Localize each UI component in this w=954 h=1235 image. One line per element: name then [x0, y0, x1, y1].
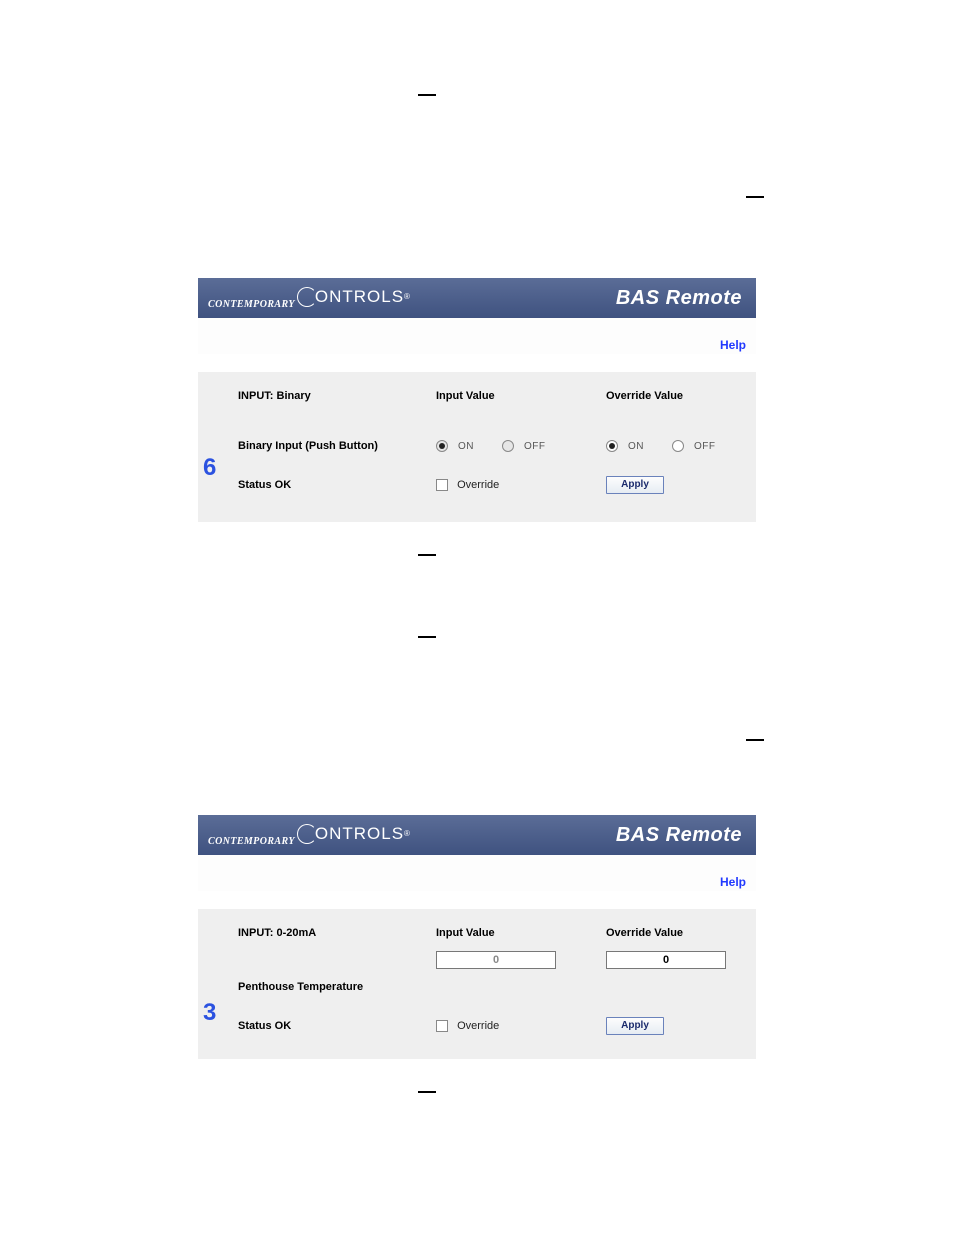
- input-on-label: ON: [458, 441, 474, 452]
- channel-number: 3: [203, 999, 216, 1027]
- input-off-radio: [502, 440, 514, 452]
- gap: [198, 891, 756, 909]
- brand-logo: CONTEMPORARY ONTROLS ®: [208, 824, 411, 847]
- value-row: Binary Input (Push Button) ON OFF ON: [238, 440, 736, 452]
- logo-contemporary: CONTEMPORARY: [208, 299, 295, 310]
- status-row: Status OK Override Apply: [238, 1017, 736, 1035]
- override-on-label: ON: [628, 441, 644, 452]
- panel-content: INPUT: 0-20mA Input Value Override Value…: [198, 909, 756, 1059]
- header-light-bar: [198, 318, 756, 336]
- help-link[interactable]: Help: [720, 338, 746, 352]
- override-value-header: Override Value: [606, 390, 736, 402]
- panel-content: INPUT: Binary Input Value Override Value…: [198, 372, 756, 522]
- override-checkbox-label: Override: [457, 1020, 499, 1032]
- name-row: Penthouse Temperature: [238, 981, 736, 993]
- input-value-radio-group: ON OFF: [436, 440, 606, 452]
- status-text: Status OK: [238, 479, 436, 491]
- divider-dash: [418, 554, 436, 556]
- logo-controls: ONTROLS ®: [297, 287, 411, 307]
- channel-name: Penthouse Temperature: [238, 981, 436, 993]
- channel-panel-6: CONTEMPORARY ONTROLS ® BAS Remote Help I…: [198, 278, 756, 522]
- channel-panel-3: CONTEMPORARY ONTROLS ® BAS Remote Help I…: [198, 815, 756, 1059]
- input-type-header: INPUT: 0-20mA: [238, 927, 436, 939]
- override-off-label: OFF: [694, 441, 716, 452]
- panel-header: CONTEMPORARY ONTROLS ® BAS Remote: [198, 815, 756, 855]
- header-row: INPUT: Binary Input Value Override Value: [238, 390, 736, 402]
- status-text: Status OK: [238, 1020, 436, 1032]
- status-row: Status OK Override Apply: [238, 476, 736, 494]
- help-bar: Help: [198, 873, 756, 891]
- header-light-bar: [198, 855, 756, 873]
- apply-button[interactable]: Apply: [606, 1017, 664, 1035]
- divider-dash: [418, 94, 436, 96]
- apply-button[interactable]: Apply: [606, 476, 664, 494]
- override-value-field[interactable]: 0: [606, 951, 726, 969]
- help-link[interactable]: Help: [720, 875, 746, 889]
- divider-dash: [746, 739, 764, 741]
- input-type-header: INPUT: Binary: [238, 390, 436, 402]
- product-title: BAS Remote: [616, 287, 742, 310]
- header-row: INPUT: 0-20mA Input Value Override Value: [238, 927, 736, 939]
- input-off-label: OFF: [524, 441, 546, 452]
- override-checkbox-label: Override: [457, 479, 499, 491]
- override-off-radio[interactable]: [672, 440, 684, 452]
- panel-header: CONTEMPORARY ONTROLS ® BAS Remote: [198, 278, 756, 318]
- input-value-header: Input Value: [436, 390, 606, 402]
- divider-dash: [746, 196, 764, 198]
- input-value-header: Input Value: [436, 927, 606, 939]
- logo-controls: ONTROLS ®: [297, 824, 411, 844]
- channel-number: 6: [203, 454, 216, 482]
- override-checkbox[interactable]: [436, 1020, 448, 1032]
- brand-logo: CONTEMPORARY ONTROLS ®: [208, 287, 411, 310]
- override-value-header: Override Value: [606, 927, 736, 939]
- value-row: 0 0: [238, 951, 736, 969]
- logo-c-circle-icon: [297, 287, 317, 307]
- input-value-field: 0: [436, 951, 556, 969]
- channel-name: Binary Input (Push Button): [238, 440, 436, 452]
- divider-dash: [418, 1091, 436, 1093]
- divider-dash: [418, 636, 436, 638]
- logo-c-circle-icon: [297, 824, 317, 844]
- product-title: BAS Remote: [616, 824, 742, 847]
- override-value-radio-group: ON OFF: [606, 440, 736, 452]
- logo-contemporary: CONTEMPORARY: [208, 836, 295, 847]
- help-bar: Help: [198, 336, 756, 354]
- gap: [198, 354, 756, 372]
- input-on-radio: [436, 440, 448, 452]
- override-on-radio[interactable]: [606, 440, 618, 452]
- override-checkbox[interactable]: [436, 479, 448, 491]
